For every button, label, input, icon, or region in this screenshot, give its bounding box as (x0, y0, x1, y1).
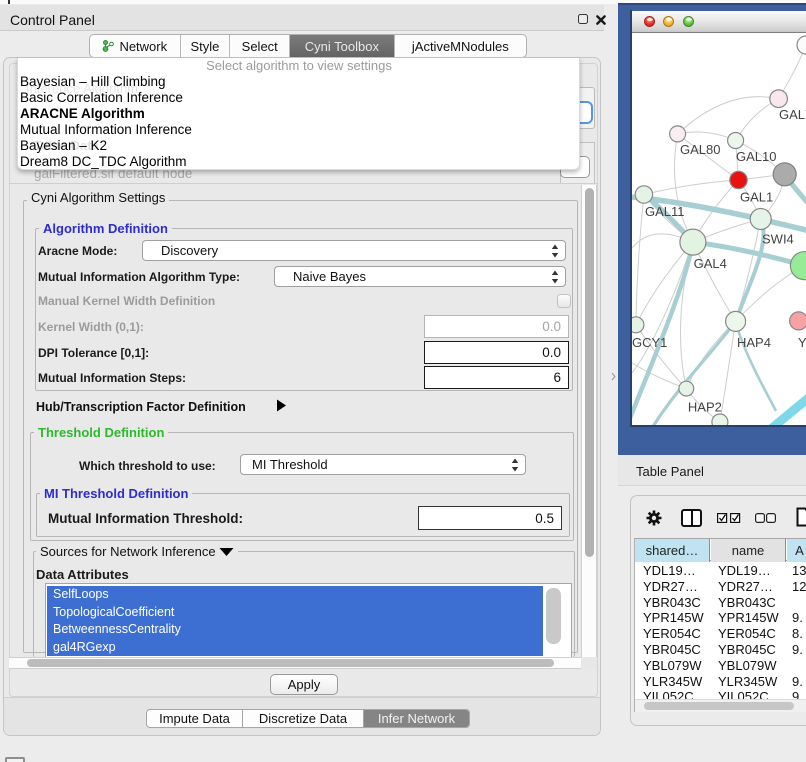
svg-text:GAL7: GAL7 (779, 107, 806, 122)
svg-text:YM: YM (798, 335, 806, 350)
svg-text:GAL4: GAL4 (694, 256, 727, 271)
svg-text:HAP2: HAP2 (688, 399, 722, 414)
svg-text:GAL1: GAL1 (740, 190, 773, 205)
svg-text:HAP4: HAP4 (737, 335, 771, 350)
svg-text:SWI4: SWI4 (762, 232, 794, 247)
svg-text:GAL10: GAL10 (736, 149, 776, 164)
svg-text:GCY1: GCY1 (632, 335, 667, 350)
svg-text:GAL80: GAL80 (680, 142, 720, 157)
svg-text:GAL11: GAL11 (645, 204, 685, 219)
